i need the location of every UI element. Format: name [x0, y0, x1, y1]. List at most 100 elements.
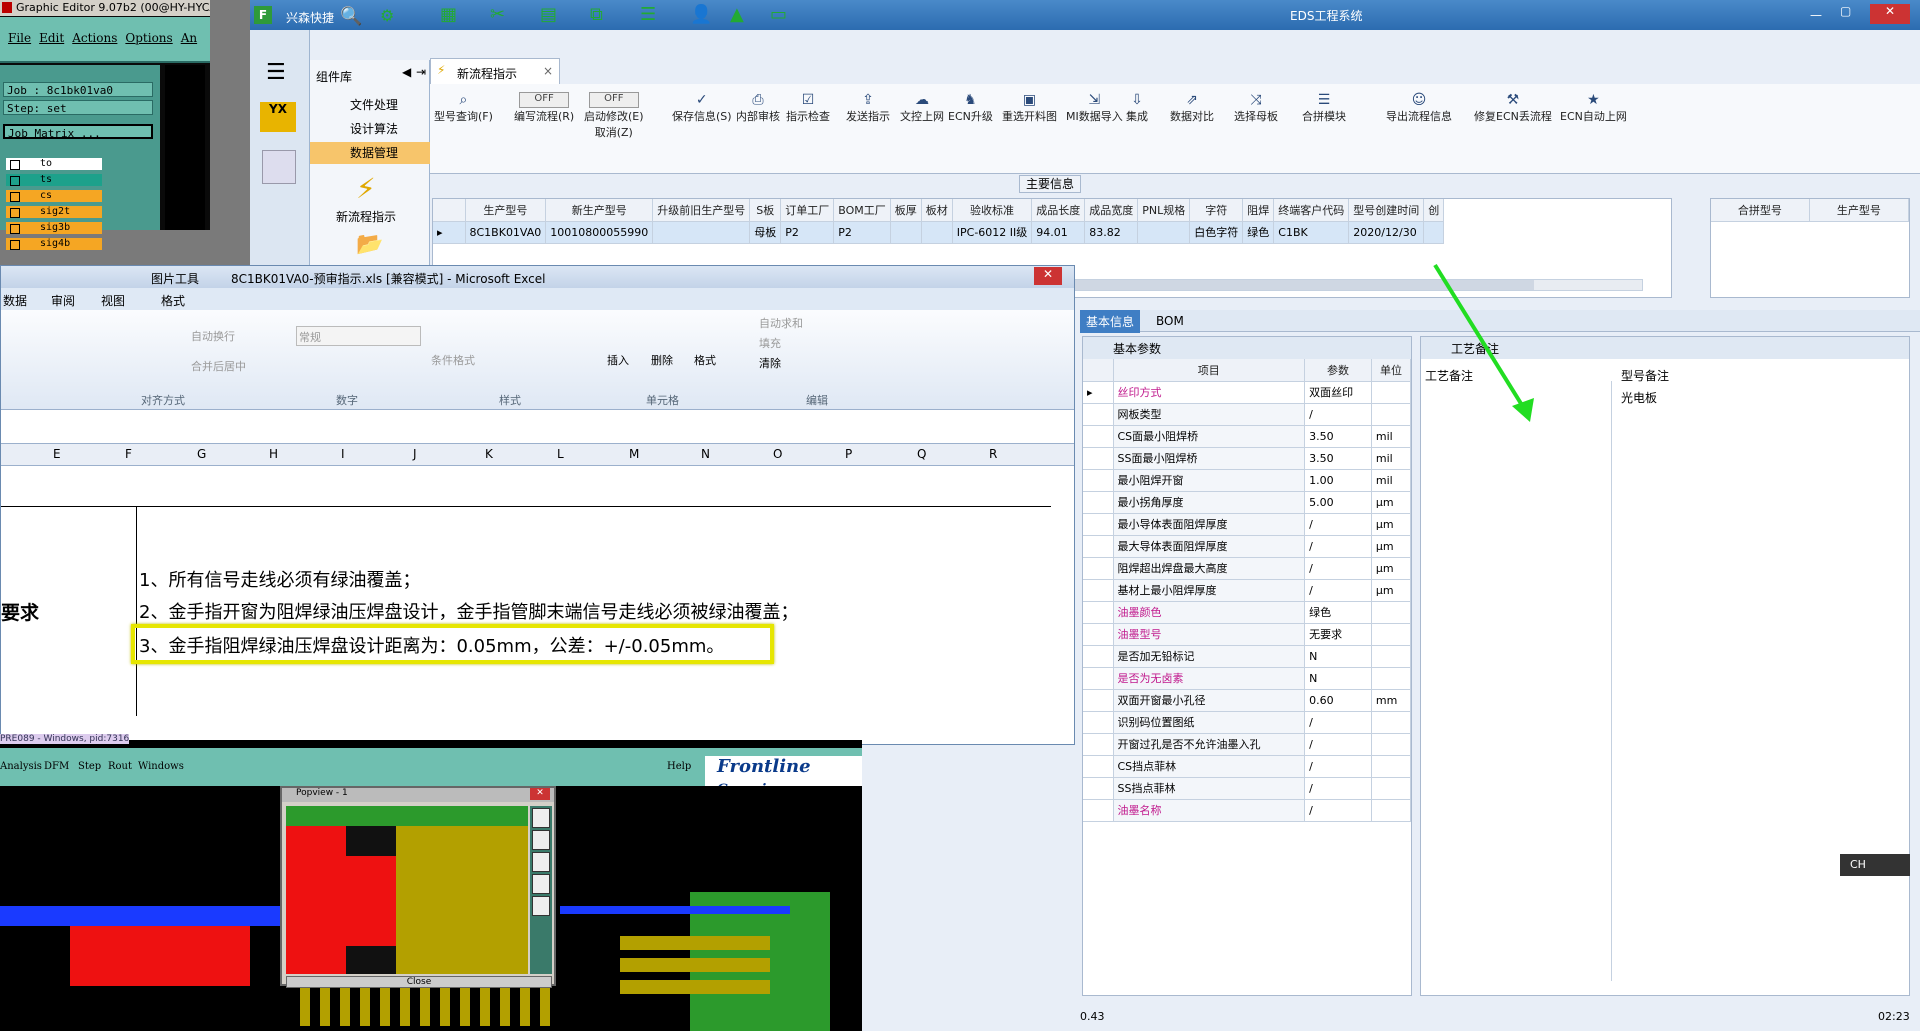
param-value[interactable]: / [1304, 777, 1372, 800]
grid-header[interactable]: 板厚 [890, 199, 922, 222]
settings-icon[interactable]: ⚙ [380, 6, 394, 25]
ribbon-btn-15[interactable]: ☺ 导出流程信息 [1386, 92, 1452, 124]
grid-cell[interactable]: P2 [833, 221, 891, 244]
grid-header[interactable]: 终端客户代码 [1273, 199, 1350, 222]
param-value[interactable]: N [1304, 645, 1372, 668]
ribbon-btn-17[interactable]: ★ ECN自动上网 [1560, 92, 1627, 124]
ribbon-btn-12[interactable]: ⇗ 数据对比 [1170, 92, 1214, 124]
grid-icon[interactable]: ▦ [440, 4, 457, 25]
grid-cell[interactable] [1137, 221, 1191, 244]
param-row[interactable]: 油墨型号 无要求 [1083, 623, 1411, 646]
maximize-icon[interactable]: ▢ [1840, 4, 1851, 18]
tab-basic-info[interactable]: 基本信息 [1080, 310, 1141, 333]
grid-cell[interactable]: 83.82 [1084, 221, 1139, 244]
monitor-icon[interactable]: ▭ [770, 4, 787, 25]
menu-analysis[interactable]: Analysis [0, 761, 42, 772]
autosum-button[interactable]: 自动求和 [759, 315, 803, 331]
requirement-line-3[interactable]: 3、金手指阻焊绿油压焊盘设计距离为：0.05mm，公差：+/-0.05mm。 [139, 632, 724, 658]
param-value[interactable]: 0.60 [1304, 689, 1372, 712]
scissors-icon[interactable]: ✂ [490, 4, 505, 25]
param-value[interactable]: / [1304, 755, 1372, 778]
param-row[interactable]: 最小拐角厚度 5.00 μm [1083, 491, 1411, 514]
param-value[interactable]: 双面丝印 [1304, 381, 1372, 404]
ime-indicator[interactable]: CH [1840, 854, 1910, 876]
param-row[interactable]: 是否为无卤素 N [1083, 667, 1411, 690]
requirement-line-1[interactable]: 1、所有信号走线必须有绿油覆盖； [139, 566, 420, 592]
param-value[interactable]: 5.00 [1304, 491, 1372, 514]
param-value[interactable]: 无要求 [1304, 623, 1372, 646]
param-row[interactable]: SS挡点菲林 / [1083, 777, 1411, 800]
pin-icon[interactable]: ⇥ [416, 65, 426, 79]
param-value[interactable]: 3.50 [1304, 425, 1372, 448]
param-row[interactable]: 最小导体表面阻焊厚度 / μm [1083, 513, 1411, 536]
menu-analysis[interactable]: An [181, 31, 197, 45]
comp-file-processing[interactable]: 文件处理 [310, 94, 430, 116]
ribbon-btn-10[interactable]: ⇲ MI数据导入 [1066, 92, 1123, 124]
column-header[interactable]: O [773, 447, 782, 461]
fill-button[interactable]: 填充 [759, 335, 781, 351]
grid-cell[interactable]: 8C1BK01VA0 [465, 221, 547, 244]
menu-edit[interactable]: Edit [39, 31, 64, 45]
job-matrix-button[interactable]: Job Matrix ... [3, 124, 153, 140]
grid-cell[interactable] [890, 221, 922, 244]
column-header[interactable]: R [989, 447, 997, 461]
grid-header[interactable]: PNL规格 [1137, 199, 1191, 222]
grid-cell[interactable]: 母板 [749, 221, 782, 244]
comp-design-algorithm[interactable]: 设计算法 [310, 118, 430, 140]
param-row[interactable]: CS挡点菲林 / [1083, 755, 1411, 778]
tab-review[interactable]: 审阅 [51, 292, 75, 309]
popview-canvas[interactable] [286, 806, 528, 974]
menu-windows[interactable]: Windows [138, 761, 184, 772]
grid-cell[interactable]: 94.01 [1031, 221, 1086, 244]
merge-center-button[interactable]: 合并后居中 [191, 358, 246, 374]
ribbon-btn-5[interactable]: ☑ 指示检查 [786, 92, 830, 124]
ribbon-btn-11[interactable]: ⇩ 集成 [1126, 92, 1148, 124]
ribbon-btn-9[interactable]: ▣ 重选开料图 [1002, 92, 1057, 124]
grid-header[interactable]: S板 [749, 199, 782, 222]
new-flow-label[interactable]: 新流程指示 [336, 208, 396, 225]
param-value[interactable]: 3.50 [1304, 447, 1372, 470]
param-value[interactable]: / [1304, 733, 1372, 756]
basic-param-tab[interactable]: 基本参数 [1083, 337, 1411, 359]
grid-cell[interactable]: C1BK [1273, 221, 1350, 244]
close-icon[interactable]: ✕ [1870, 4, 1910, 24]
param-row[interactable]: 是否加无铅标记 N [1083, 645, 1411, 668]
param-row[interactable]: 油墨名称 / [1083, 799, 1411, 822]
insert-button[interactable]: 插入 [607, 352, 629, 368]
param-row[interactable]: 油墨颜色 绿色 [1083, 601, 1411, 624]
popview-close-icon[interactable]: ✕ [530, 788, 550, 800]
grid-cell[interactable]: IPC-6012 II级 [952, 221, 1033, 244]
menu-dfm[interactable]: DFM [44, 761, 69, 772]
ribbon-btn-6[interactable]: ⇪ 发送指示 [846, 92, 890, 124]
lightning-icon[interactable]: ⚡ [356, 172, 376, 205]
grid-cell[interactable]: 2020/12/30 [1348, 221, 1425, 244]
folder-icon[interactable]: 📂 [356, 232, 383, 257]
param-row[interactable]: 阻焊超出焊盘最大高度 / μm [1083, 557, 1411, 580]
column-header[interactable]: F [125, 447, 132, 461]
ribbon-btn-3[interactable]: ✓ 保存信息(S) [672, 92, 732, 124]
grid-cell[interactable]: 白色字符 [1189, 221, 1244, 244]
column-header[interactable]: J [413, 447, 417, 461]
menu-file[interactable]: File [8, 31, 31, 45]
grid-cell[interactable]: 绿色 [1242, 221, 1275, 244]
film-icon[interactable]: ▤ [540, 4, 557, 25]
ribbon-btn-16[interactable]: ⚒ 修复ECN丢流程 [1474, 92, 1552, 124]
tab-data[interactable]: 数据 [3, 292, 27, 309]
column-header[interactable]: K [485, 447, 493, 461]
column-header[interactable]: Q [917, 447, 926, 461]
column-header[interactable]: P [845, 447, 852, 461]
minimize-icon[interactable]: — [1810, 8, 1822, 22]
ribbon-btn-8[interactable]: ♞ ECN升级 [948, 92, 993, 124]
layers-icon[interactable]: ⧉ [590, 4, 603, 25]
menu-options[interactable]: Options [125, 31, 172, 45]
layer-sig2t[interactable]: sig2t [6, 206, 102, 218]
param-value[interactable]: / [1304, 579, 1372, 602]
layer-sig3b[interactable]: sig3b [6, 222, 102, 234]
grid-header[interactable]: 阻焊 [1242, 199, 1275, 222]
formula-bar[interactable] [1, 410, 1074, 444]
prev-icon[interactable]: ◀ [402, 65, 411, 79]
grid-cell[interactable] [1423, 221, 1445, 244]
grid-header[interactable]: 字符 [1189, 199, 1244, 222]
pan-icon[interactable] [532, 830, 550, 850]
grid-header[interactable]: 型号创建时间 [1348, 199, 1425, 222]
